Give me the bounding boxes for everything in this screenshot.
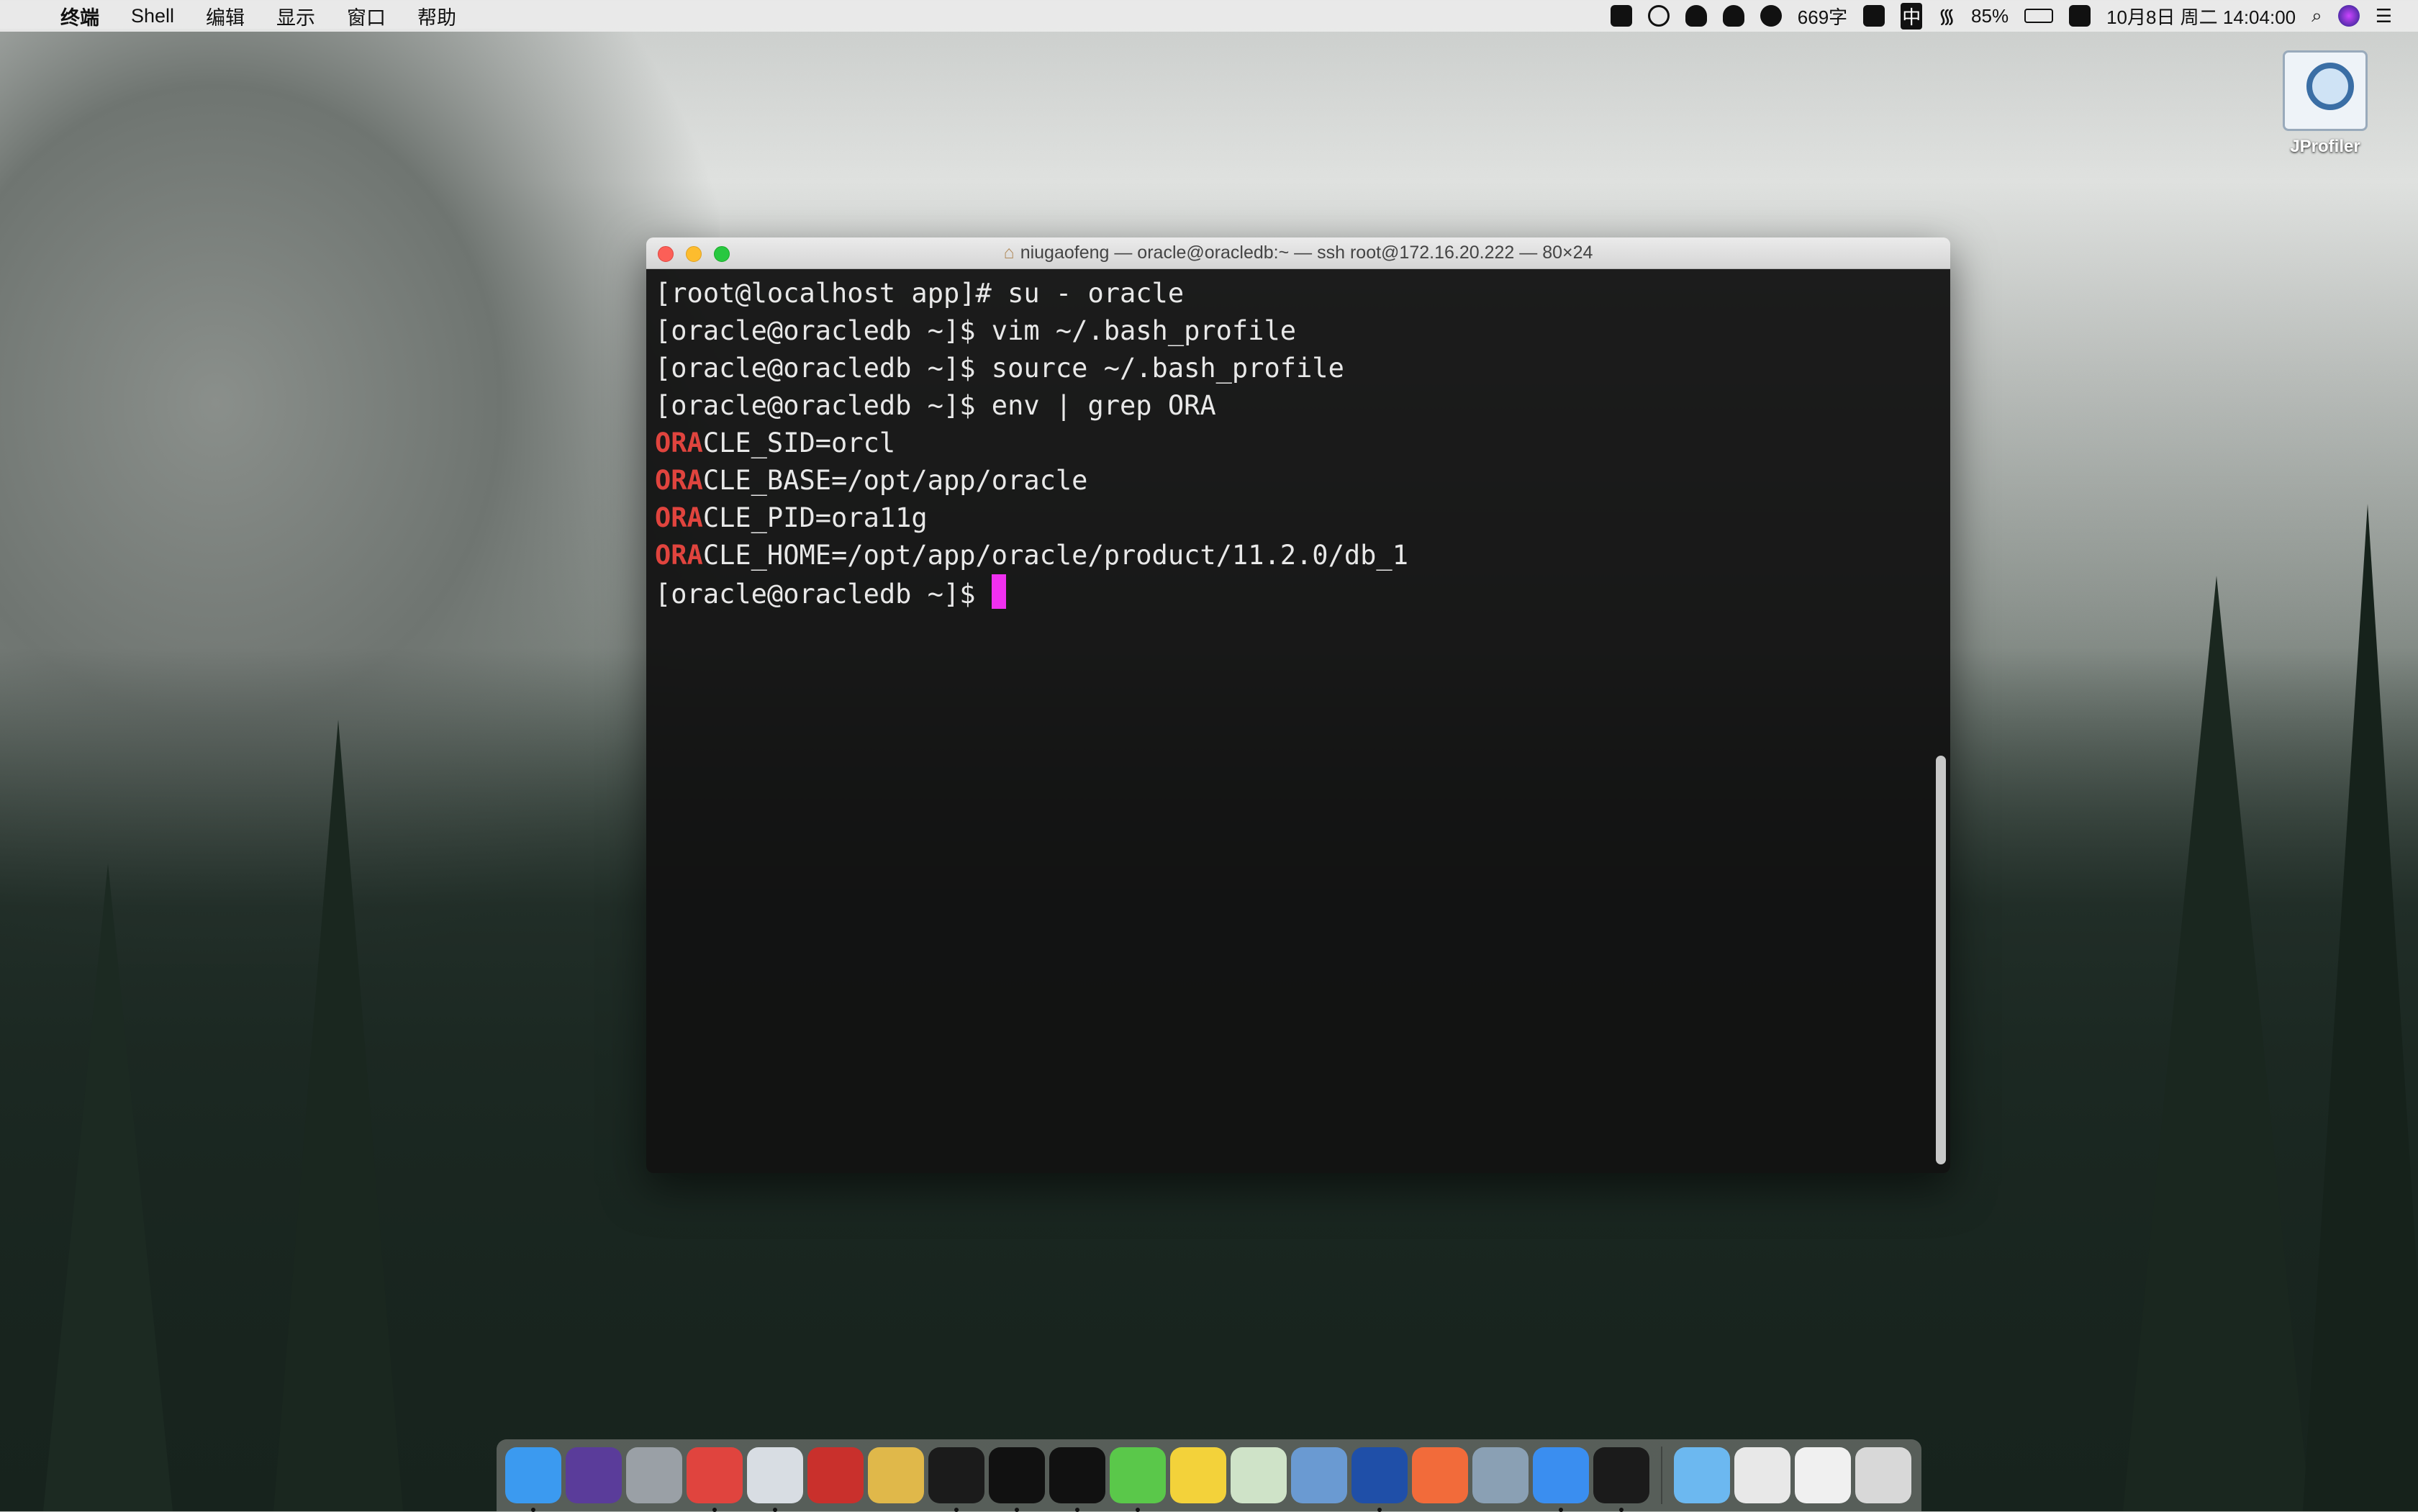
terminal-line: [oracle@oracledb ~]$ vim ~/.bash_profile: [655, 312, 1942, 350]
dock-remote-desktop-icon[interactable]: [1472, 1447, 1529, 1503]
dock-chat-icon[interactable]: [1351, 1447, 1408, 1503]
input-method[interactable]: 中: [1901, 3, 1922, 30]
match-highlight: ORA: [655, 502, 703, 533]
scrollbar[interactable]: [1936, 281, 1946, 1164]
close-button[interactable]: [658, 246, 674, 262]
dock-postman-icon[interactable]: [1412, 1447, 1468, 1503]
dock-qq-music-icon[interactable]: [1170, 1447, 1226, 1503]
dock-trash-icon[interactable]: [1855, 1447, 1911, 1503]
desktop-icon-label: JProfiler: [2290, 137, 2360, 156]
dock-siri-icon[interactable]: [566, 1447, 622, 1503]
menu-edit[interactable]: 编辑: [206, 2, 245, 30]
qq-icon[interactable]: [1685, 5, 1707, 27]
running-indicator: [531, 1508, 535, 1512]
menu-terminal[interactable]: 终端: [60, 2, 99, 30]
menu-view[interactable]: 显示: [276, 2, 315, 30]
terminal-line: ORACLE_SID=orcl: [655, 425, 1942, 462]
clock[interactable]: 10月8日 周二 14:04:00: [2106, 3, 2296, 30]
dock: [497, 1439, 1921, 1511]
terminal-line: [oracle@oracledb ~]$ source ~/.bash_prof…: [655, 350, 1942, 387]
line-text: CLE_SID=orcl: [703, 427, 895, 458]
wifi-icon[interactable]: ᯾: [1938, 2, 1955, 30]
sogou-icon[interactable]: [2069, 5, 2091, 27]
dock-preview-icon[interactable]: [1291, 1447, 1347, 1503]
running-indicator: [1015, 1508, 1019, 1512]
line-text: CLE_BASE=/opt/app/oracle: [703, 465, 1088, 496]
minimize-button[interactable]: [686, 246, 702, 262]
running-indicator: [1075, 1508, 1079, 1512]
dock-lark-icon[interactable]: [1533, 1447, 1589, 1503]
dock-recent-window-2-icon[interactable]: [1795, 1447, 1851, 1503]
dock-chrome-icon[interactable]: [687, 1447, 743, 1503]
zoom-button[interactable]: [714, 246, 730, 262]
battery-percent[interactable]: 85%: [1971, 5, 2009, 27]
running-indicator: [773, 1508, 777, 1512]
qq-icon-2[interactable]: [1723, 5, 1744, 27]
terminal-line: ORACLE_HOME=/opt/app/oracle/product/11.2…: [655, 537, 1942, 574]
menu-shell[interactable]: Shell: [131, 5, 174, 27]
jprofiler-icon: [2283, 50, 2368, 131]
notification-center-icon[interactable]: ☰: [2376, 5, 2392, 27]
menu-window[interactable]: 窗口: [347, 2, 386, 30]
dock-redis-icon[interactable]: [807, 1447, 864, 1503]
terminal-line: [root@localhost app]# su - oracle: [655, 275, 1942, 312]
window-title: niugaofeng — oracle@oracledb:~ — ssh roo…: [1020, 243, 1593, 263]
dock-sequel-icon[interactable]: [868, 1447, 924, 1503]
dock-downloads-folder-icon[interactable]: [1674, 1447, 1730, 1503]
scrollbar-thumb[interactable]: [1936, 756, 1946, 1164]
dock-terminal-icon[interactable]: [1593, 1447, 1649, 1503]
running-indicator: [954, 1508, 959, 1512]
desktop-icon-jprofiler[interactable]: JProfiler: [2280, 50, 2371, 157]
line-text: CLE_HOME=/opt/app/oracle/product/11.2.0/…: [703, 540, 1408, 571]
match-highlight: ORA: [655, 427, 703, 458]
match-highlight: ORA: [655, 540, 703, 571]
running-indicator: [1619, 1508, 1624, 1512]
terminal-window: ⌂ niugaofeng — oracle@oracledb:~ — ssh r…: [646, 237, 1950, 1173]
running-indicator: [712, 1508, 717, 1512]
dock-launchpad-icon[interactable]: [626, 1447, 682, 1503]
terminal-content[interactable]: [root@localhost app]# su - oracle[oracle…: [646, 269, 1950, 1173]
dock-recent-window-1-icon[interactable]: [1734, 1447, 1790, 1503]
siri-icon[interactable]: [2338, 5, 2360, 27]
terminal-line: ORACLE_BASE=/opt/app/oracle: [655, 462, 1942, 499]
dock-maps-icon[interactable]: [1231, 1447, 1287, 1503]
dock-qq-2-icon[interactable]: [1049, 1447, 1105, 1503]
battery-icon[interactable]: [2024, 9, 2053, 23]
dock-intellij-icon[interactable]: [928, 1447, 984, 1503]
microphone-icon[interactable]: [1863, 5, 1885, 27]
line-text: CLE_PID=ora11g: [703, 502, 928, 533]
title-bar[interactable]: ⌂ niugaofeng — oracle@oracledb:~ — ssh r…: [646, 237, 1950, 269]
terminal-line: ORACLE_PID=ora11g: [655, 499, 1942, 537]
running-indicator: [1377, 1508, 1382, 1512]
prompt: [oracle@oracledb ~]$: [655, 579, 992, 610]
running-indicator: [1559, 1508, 1563, 1512]
dock-separator: [1661, 1447, 1662, 1504]
notes-icon[interactable]: [1611, 5, 1632, 27]
dock-wechat-icon[interactable]: [1110, 1447, 1166, 1503]
match-highlight: ORA: [655, 465, 703, 496]
running-indicator: [1136, 1508, 1140, 1512]
terminal-prompt-line: [oracle@oracledb ~]$: [655, 574, 1942, 613]
terminal-line: [oracle@oracledb ~]$ env | grep ORA: [655, 387, 1942, 425]
dock-qq-icon[interactable]: [989, 1447, 1045, 1503]
home-icon: ⌂: [1004, 243, 1015, 263]
spotlight-search-icon[interactable]: ⌕: [2311, 4, 2322, 27]
text-cursor: [992, 574, 1006, 609]
dock-finder-icon[interactable]: [505, 1447, 561, 1503]
menu-bar: 终端 Shell 编辑 显示 窗口 帮助 669字 中 ᯾ 85% 10月8日 …: [0, 0, 2418, 32]
wechat-icon[interactable]: [1760, 5, 1782, 27]
chat-status-icon[interactable]: [1648, 5, 1670, 27]
dock-screen-sharing-icon[interactable]: [747, 1447, 803, 1503]
menu-help[interactable]: 帮助: [417, 2, 456, 30]
word-count[interactable]: 669字: [1798, 3, 1847, 30]
